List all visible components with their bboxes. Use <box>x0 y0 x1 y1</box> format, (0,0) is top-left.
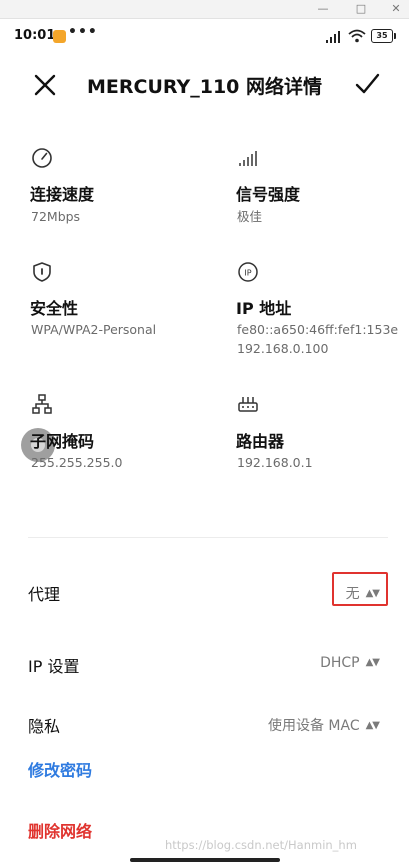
minimize-icon[interactable]: — <box>310 0 336 18</box>
router-icon <box>238 397 258 412</box>
speed-value: 72Mbps <box>31 209 81 224</box>
svg-text:IP: IP <box>244 269 251 278</box>
updown-chevron-icon: ▲▼ <box>365 657 380 668</box>
ip-label: IP 地址 <box>236 299 292 318</box>
section-divider <box>28 537 388 538</box>
updown-chevron-icon: ▲▼ <box>365 720 380 731</box>
window-title-bar: — □ ✕ <box>0 0 409 19</box>
privacy-label: 隐私 <box>28 717 61 736</box>
security-label: 安全性 <box>30 299 79 318</box>
router-label: 路由器 <box>236 432 285 451</box>
ip-location-icon: IP <box>238 262 258 282</box>
privacy-value: 使用设备 MAC <box>267 718 360 734</box>
privacy-selector[interactable]: 使用设备 MAC ▲▼ <box>267 715 380 735</box>
home-indicator[interactable] <box>130 858 280 862</box>
wifi-icon <box>348 29 366 43</box>
ip-settings-value: DHCP <box>320 655 360 671</box>
updown-chevron-icon: ▲▼ <box>365 588 380 599</box>
network-topology-icon <box>32 394 52 414</box>
ip-v6-value: fe80::a650:46ff:fef1:153e <box>237 322 399 337</box>
cellular-signal-icon <box>326 31 340 43</box>
watermark-text: https://blog.csdn.net/Hanmin_hm <box>165 838 357 852</box>
proxy-label: 代理 <box>28 585 61 604</box>
router-value: 192.168.0.1 <box>237 455 313 470</box>
maximize-icon[interactable]: □ <box>348 0 374 18</box>
subnet-label: 子网掩码 <box>30 432 95 451</box>
ip-v4-value: 192.168.0.100 <box>237 341 329 356</box>
detail-header: MERCURY_110 网络详情 <box>0 58 409 110</box>
signal-label: 信号强度 <box>236 185 301 204</box>
speed-label: 连接速度 <box>30 185 95 204</box>
signal-value: 极佳 <box>237 209 263 224</box>
proxy-selector[interactable]: 无 ▲▼ <box>345 583 380 603</box>
ip-settings-label: IP 设置 <box>28 657 80 676</box>
change-password-link[interactable]: 修改密码 <box>28 757 92 781</box>
signal-strength-icon <box>239 151 257 166</box>
notification-app-icon <box>53 30 66 43</box>
ip-settings-selector[interactable]: DHCP ▲▼ <box>320 655 380 671</box>
page-title: MERCURY_110 网络详情 <box>87 76 323 98</box>
security-value: WPA/WPA2-Personal <box>31 322 157 337</box>
close-icon[interactable] <box>32 72 58 98</box>
status-bar: 10:01 ••• 35 <box>0 18 409 56</box>
more-notifications-dots: ••• <box>68 24 98 40</box>
battery-icon: 35 <box>371 29 396 43</box>
subnet-value: 255.255.255.0 <box>31 455 123 470</box>
delete-network-link[interactable]: 删除网络 <box>28 818 92 842</box>
status-time: 10:01 <box>14 28 56 43</box>
proxy-value: 无 <box>345 586 360 602</box>
shield-icon <box>33 262 51 282</box>
speedometer-icon <box>32 148 52 168</box>
confirm-check-icon[interactable] <box>353 70 381 98</box>
close-window-icon[interactable]: ✕ <box>383 0 409 18</box>
